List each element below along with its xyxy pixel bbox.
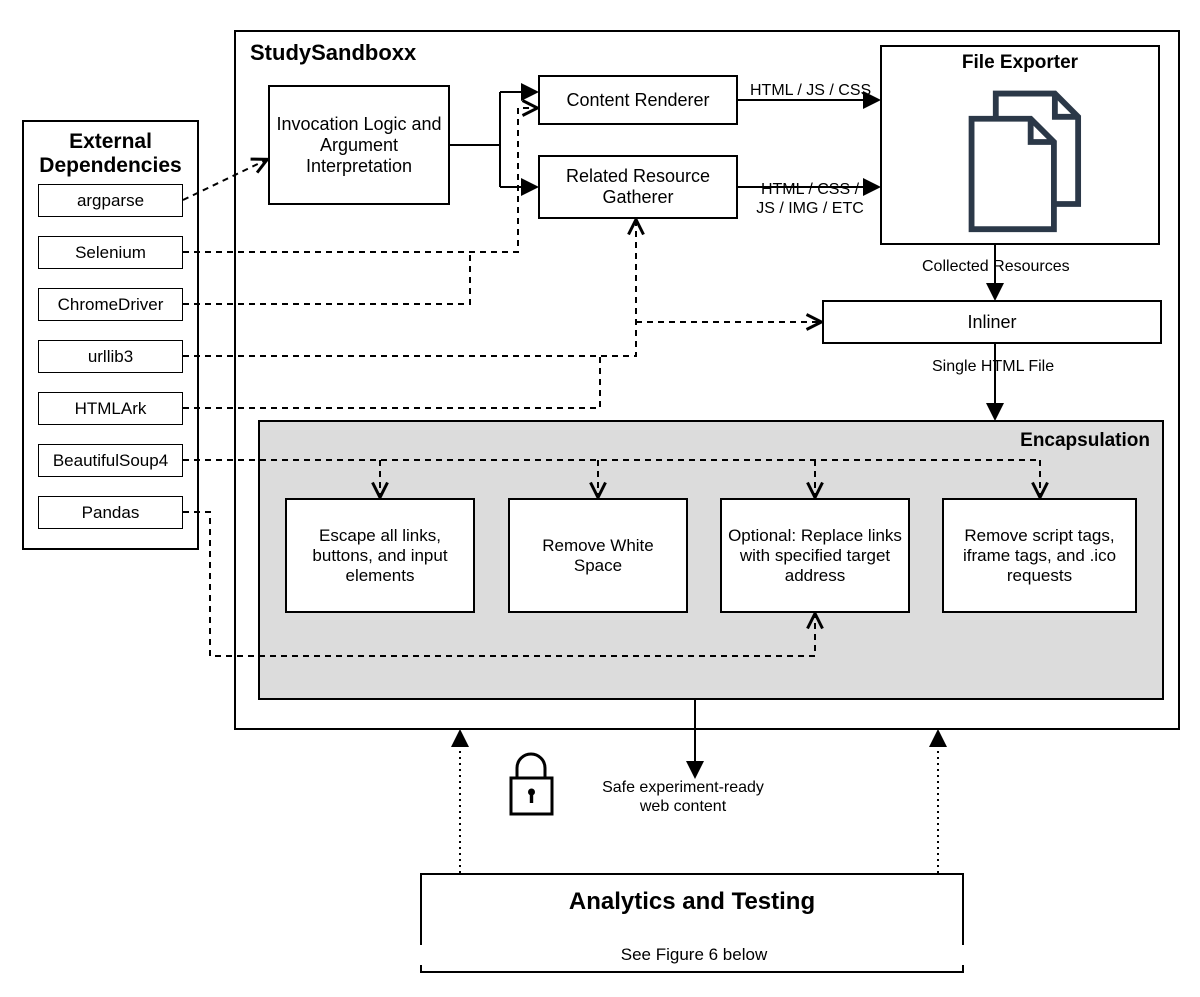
dep-argparse: argparse [38, 184, 183, 217]
related-resource-gatherer-box: Related Resource Gatherer [538, 155, 738, 219]
edge-label-html-js-css: HTML / JS / CSS [748, 82, 873, 100]
content-renderer-box: Content Renderer [538, 75, 738, 125]
encapsulation-step-1: Remove White Space [508, 498, 688, 613]
diagram-canvas: External Dependencies argparse Selenium … [0, 0, 1200, 997]
encapsulation-step-3: Remove script tags, iframe tags, and .ic… [942, 498, 1137, 613]
edge-label-html-css-js-img-etc: HTML / CSS / JS / IMG / ETC [748, 180, 872, 218]
lock-icon [504, 750, 559, 825]
encapsulation-step-0: Escape all links, buttons, and input ele… [285, 498, 475, 613]
inliner-box: Inliner [822, 300, 1162, 344]
dep-selenium: Selenium [38, 236, 183, 269]
external-dependencies-title: External Dependencies [24, 130, 197, 178]
edge-label-safe-content: Safe experiment-ready web content [586, 778, 780, 816]
dep-beautifulsoup4: BeautifulSoup4 [38, 444, 183, 477]
dep-pandas: Pandas [38, 496, 183, 529]
analytics-subtitle: See Figure 6 below [420, 945, 968, 965]
encapsulation-step-2: Optional: Replace links with specified t… [720, 498, 910, 613]
edge-label-single-html-file: Single HTML File [930, 358, 1056, 376]
edge-label-collected-resources: Collected Resources [920, 258, 1072, 276]
invocation-box: Invocation Logic and Argument Interpreta… [268, 85, 450, 205]
file-exporter-title: File Exporter [880, 52, 1160, 74]
encapsulation-title: Encapsulation [1000, 430, 1150, 452]
studysandboxx-title: StudySandboxx [250, 40, 416, 66]
dep-chromedriver: ChromeDriver [38, 288, 183, 321]
dep-htmlark: HTMLArk [38, 392, 183, 425]
documents-icon [950, 80, 1090, 240]
analytics-title: Analytics and Testing [420, 888, 964, 916]
dep-urllib3: urllib3 [38, 340, 183, 373]
